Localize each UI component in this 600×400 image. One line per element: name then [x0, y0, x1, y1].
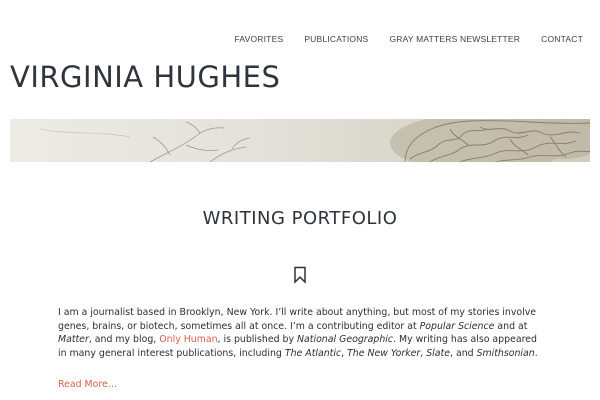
intro-text: , is published by [217, 334, 298, 346]
header-banner-image [10, 119, 590, 162]
intro-paragraph: I am a journalist based in Brooklyn, New… [58, 306, 548, 360]
matter: Matter [58, 334, 89, 346]
portfolio-title: WRITING PORTFOLIO [202, 208, 398, 229]
intro-text: and at [494, 320, 528, 332]
nav-item-publications[interactable]: PUBLICATIONS [304, 34, 368, 44]
brain-illustration [39, 119, 590, 162]
slate: Slate [426, 347, 450, 359]
the-atlantic: The Atlantic [284, 347, 342, 359]
popular-science: Popular Science [419, 320, 495, 332]
the-new-yorker: The New Yorker [347, 347, 421, 359]
nav-item-gray-matters-newsletter[interactable]: GRAY MATTERS NEWSLETTER [389, 34, 520, 44]
only-human-blog-link[interactable]: Only Human [159, 334, 217, 345]
intro-text: . [534, 347, 538, 359]
smithsonian: Smithsonian [476, 347, 535, 359]
nav-item-favorites[interactable]: FAVORITES [234, 34, 283, 44]
site-title[interactable]: VIRGINIA HUGHES [10, 60, 280, 94]
bookmark-icon [294, 266, 306, 284]
intro-text: , and [449, 347, 477, 359]
read-more-link[interactable]: Read More… [58, 379, 117, 390]
intro-text: , and my blog, [88, 334, 160, 346]
nav-item-contact[interactable]: CONTACT [541, 34, 583, 44]
national-geographic: National Geographic [297, 334, 394, 346]
main-nav: FAVORITES PUBLICATIONS GRAY MATTERS NEWS… [213, 34, 583, 44]
